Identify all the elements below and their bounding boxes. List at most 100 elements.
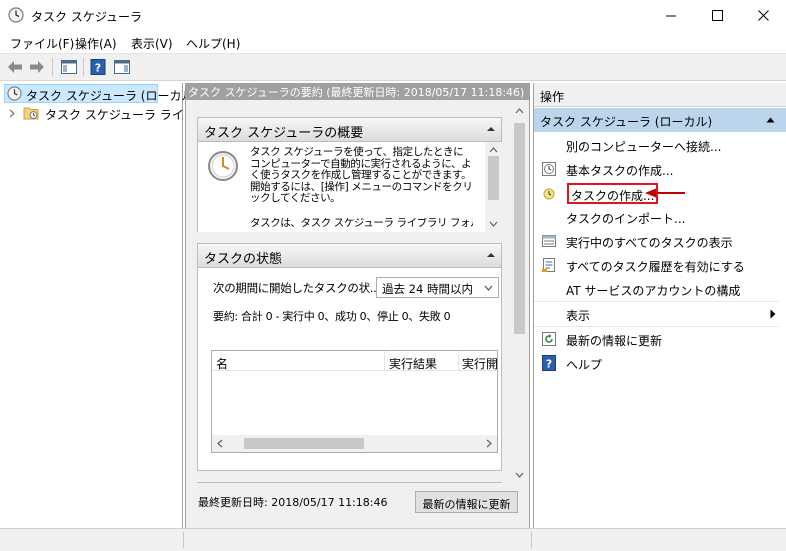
tree-item-task-scheduler-local[interactable]: タスク スケジューラ (ローカル): [4, 84, 198, 103]
status-summary: 要約: 合計 0 - 実行中 0、成功 0、停止 0、失敗 0: [213, 310, 451, 323]
status-divider: [531, 532, 532, 548]
action-label: タスクのインポート...: [566, 212, 686, 226]
basic-task-icon: [542, 162, 556, 176]
task-status-table[interactable]: 名 実行結果 実行開: [211, 350, 498, 453]
summary-scrollbar[interactable]: [511, 103, 528, 483]
library-folder-icon: [23, 107, 39, 120]
action-refresh[interactable]: 最新の情報に更新: [534, 327, 786, 351]
action-view[interactable]: 表示: [534, 302, 786, 326]
show-hide-action-pane-button[interactable]: [112, 57, 132, 77]
summary-header: タスク スケジューラの要約 (最終更新日時: 2018/05/17 11:18:…: [186, 83, 529, 100]
actions-section-header[interactable]: タスク スケジューラ (ローカル): [534, 108, 786, 132]
window-title: タスク スケジューラ: [31, 10, 142, 24]
toolbar: ?: [0, 53, 786, 81]
forward-button[interactable]: [27, 57, 47, 77]
section-divider: [197, 482, 502, 483]
overview-title: タスク スケジューラの概要: [204, 126, 364, 141]
console-tree-pane: タスク スケジューラ (ローカル) タスク スケジューラ ライブラリ: [0, 83, 220, 528]
action-label: 表示: [566, 309, 591, 323]
status-section-body: 次の期間に開始したタスクの状... 過去 24 時間以内 要約: 合計 0 - …: [197, 268, 502, 471]
expand-chevron-icon[interactable]: [8, 109, 16, 118]
close-icon: [757, 10, 769, 21]
forward-arrow-icon: [30, 61, 44, 73]
column-header-name[interactable]: 名: [216, 355, 228, 372]
action-create-basic-task[interactable]: 基本タスクの作成...: [534, 157, 786, 181]
menu-help[interactable]: ヘルプ(H): [186, 35, 240, 52]
close-button[interactable]: [740, 0, 786, 31]
collapse-up-icon[interactable]: [766, 117, 775, 123]
status-divider: [183, 532, 184, 548]
action-label: ヘルプ: [566, 358, 603, 372]
overview-description-continued: タスクは、タスク スケジューラ ライブラリ フォルダ: [250, 218, 473, 229]
action-label: 最新の情報に更新: [566, 334, 663, 348]
last-updated-text: 最終更新日時: 2018/05/17 11:18:46: [198, 496, 388, 509]
annotation-arrow-icon: [645, 188, 685, 198]
menu-file[interactable]: ファイル(F): [10, 35, 74, 52]
scroll-up-icon[interactable]: [515, 108, 524, 114]
actions-section-title: タスク スケジューラ (ローカル): [540, 115, 713, 129]
scroll-up-icon[interactable]: [489, 147, 498, 153]
column-header-result[interactable]: 実行結果: [389, 355, 437, 372]
action-connect-another-computer[interactable]: 別のコンピューターへ接続...: [534, 133, 786, 157]
scroll-left-icon[interactable]: [217, 439, 223, 448]
scroll-down-icon[interactable]: [515, 472, 524, 478]
status-title: タスクの状態: [204, 252, 283, 267]
maximize-button[interactable]: [694, 0, 740, 31]
action-show-running-tasks[interactable]: 実行中のすべてのタスクの表示: [534, 229, 786, 253]
overview-section-body: タスク スケジューラを使って、指定したときにコンピューターで自動的に実行されるよ…: [197, 142, 502, 232]
toolbar-separator: [83, 58, 84, 76]
console-tree-icon: [61, 60, 77, 74]
refresh-button[interactable]: 最新の情報に更新: [415, 491, 518, 513]
scroll-down-icon[interactable]: [489, 221, 498, 227]
collapse-arrow-icon[interactable]: [487, 127, 495, 131]
tree-item-label: タスク スケジューラ (ローカル): [26, 89, 199, 103]
column-divider[interactable]: [458, 351, 459, 371]
help-icon: ?: [542, 355, 556, 371]
period-select-value: 過去 24 時間以内: [382, 282, 473, 296]
chevron-down-icon: [484, 285, 493, 291]
column-divider[interactable]: [384, 351, 385, 371]
overview-scroll-thumb[interactable]: [488, 156, 499, 200]
action-configure-at-service-account[interactable]: AT サービスのアカウントの構成: [534, 277, 786, 301]
submenu-arrow-icon: [770, 309, 776, 319]
action-create-task[interactable]: タスクの作成...: [534, 181, 786, 205]
status-section-header[interactable]: タスクの状態: [197, 243, 502, 268]
back-button[interactable]: [5, 57, 25, 77]
show-hide-tree-button[interactable]: [59, 57, 79, 77]
minimize-button[interactable]: [648, 0, 694, 31]
action-label: 別のコンピューターへ接続...: [566, 140, 722, 154]
action-import-task[interactable]: タスクのインポート...: [534, 205, 786, 229]
action-pane-icon: [114, 60, 130, 74]
overview-scrollbar[interactable]: [485, 142, 502, 232]
maximize-icon: [711, 10, 723, 21]
collapse-arrow-icon[interactable]: [487, 253, 495, 257]
menu-action[interactable]: 操作(A): [75, 35, 117, 52]
running-tasks-icon: [542, 235, 556, 247]
svg-text:?: ?: [95, 62, 101, 75]
overview-section-header[interactable]: タスク スケジューラの概要: [197, 117, 502, 142]
create-task-icon: [543, 188, 555, 200]
scroll-right-icon[interactable]: [486, 439, 492, 448]
refresh-icon: [542, 332, 556, 346]
menu-bar: ファイル(F) 操作(A) 表示(V) ヘルプ(H): [0, 31, 786, 53]
title-bar: タスク スケジューラ: [0, 0, 786, 31]
actions-header: 操作: [534, 83, 786, 107]
period-label: 次の期間に開始したタスクの状...: [213, 281, 380, 295]
toolbar-separator: [52, 58, 53, 76]
help-toolbar-button[interactable]: ?: [88, 57, 108, 77]
action-enable-task-history[interactable]: すべてのタスク履歴を有効にする: [534, 253, 786, 277]
clock-icon: [7, 86, 22, 101]
status-bar: [0, 528, 786, 551]
help-book-icon: ?: [90, 59, 106, 75]
period-select[interactable]: 過去 24 時間以内: [376, 277, 499, 298]
table-scroll-thumb[interactable]: [244, 438, 364, 449]
menu-view[interactable]: 表示(V): [131, 35, 173, 52]
actions-pane: 操作 タスク スケジューラ (ローカル) 別のコンピューターへ接続... 基本タ…: [533, 83, 786, 528]
table-horizontal-scrollbar[interactable]: [212, 435, 497, 452]
action-help[interactable]: ? ヘルプ: [534, 351, 786, 375]
summary-pane: タスク スケジューラの要約 (最終更新日時: 2018/05/17 11:18:…: [185, 83, 530, 528]
overview-description: タスク スケジューラを使って、指定したときにコンピューターで自動的に実行されるよ…: [250, 146, 473, 204]
column-header-start[interactable]: 実行開: [462, 355, 497, 372]
summary-scroll-thumb[interactable]: [514, 123, 525, 334]
clock-app-icon: [8, 7, 24, 23]
